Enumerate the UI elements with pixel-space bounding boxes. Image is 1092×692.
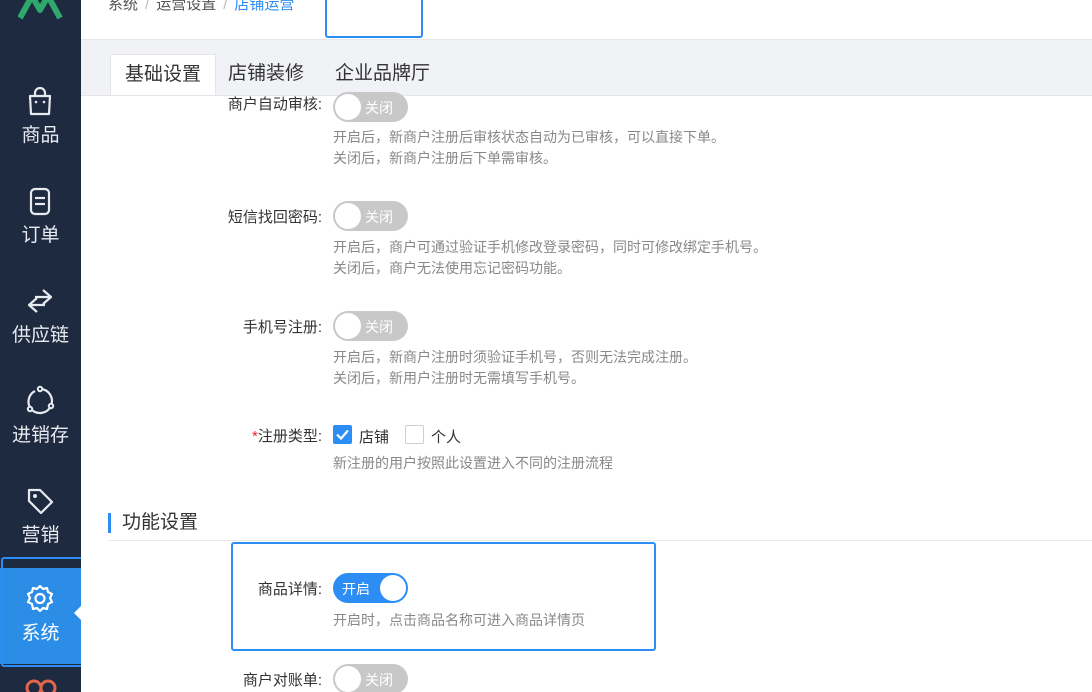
section-title-function-settings: 功能设置 <box>108 513 198 533</box>
tabs-bar: 基础设置 店铺装修 企业品牌厅 <box>81 40 1092 95</box>
auto-audit-label: 商户自动审核: <box>227 96 322 113</box>
merchant-statement-switch[interactable]: 关闭 <box>333 664 408 692</box>
sidebar-item-label: 商品 <box>21 125 60 146</box>
breadcrumb-current: 店铺运营 <box>234 0 295 13</box>
tag-icon <box>27 488 54 515</box>
switch-knob <box>335 94 361 120</box>
checkmark-icon <box>336 429 349 441</box>
sms-recover-switch[interactable]: 关闭 <box>333 201 408 231</box>
sidebar-item-supply-chain[interactable]: 供应链 <box>0 270 81 366</box>
phone-register-desc-off: 关闭后，新用户注册时无需填写手机号。 <box>333 370 585 386</box>
register-type-desc: 新注册的用户按照此设置进入不同的注册流程 <box>333 455 613 471</box>
switch-state-text: 关闭 <box>365 100 393 116</box>
sidebar-item-inventory[interactable]: 进销存 <box>0 370 81 466</box>
switch-state-text: 关闭 <box>365 319 393 335</box>
switch-state-text: 关闭 <box>365 209 393 225</box>
section-divider <box>108 540 1092 541</box>
auto-audit-desc-on: 开启后，新商户注册后审核状态自动为已审核，可以直接下单。 <box>333 129 725 145</box>
auto-audit-desc-off: 关闭后，新商户注册后下单需审核。 <box>333 150 557 166</box>
sms-recover-label: 短信找回密码: <box>227 209 322 226</box>
auto-audit-switch[interactable]: 关闭 <box>333 92 408 122</box>
register-type-store-checkbox[interactable] <box>333 425 352 444</box>
register-type-personal-label[interactable]: 个人 <box>431 426 461 447</box>
register-type-store-label[interactable]: 店铺 <box>359 426 389 447</box>
sms-recover-desc-on: 开启后，商户可通过验证手机修改登录密码，同时可修改绑定手机号。 <box>333 239 767 255</box>
phone-register-desc-on: 开启后，新商户注册时须验证手机号，否则无法完成注册。 <box>333 349 697 365</box>
breadcrumb-separator: / <box>223 0 228 13</box>
sidebar-item-goods[interactable]: 商品 <box>0 70 81 166</box>
merchant-statement-label: 商户对账单: <box>242 672 322 689</box>
sidebar-item-marketing[interactable]: 营销 <box>0 470 81 566</box>
switch-knob <box>335 313 361 339</box>
register-type-label: *注册类型: <box>251 428 322 445</box>
sidebar-item-orders[interactable]: 订单 <box>0 170 81 266</box>
highlight-box-breadcrumb <box>325 0 423 38</box>
shopping-bag-icon <box>28 86 52 116</box>
sidebar-item-label: 供应链 <box>11 325 69 346</box>
more-icon <box>25 679 57 692</box>
highlight-box-product-detail <box>231 542 656 651</box>
switch-state-text: 关闭 <box>365 672 393 688</box>
exchange-arrows-icon <box>27 289 53 313</box>
breadcrumb: 系统 / 运营设置 / 店铺运营 <box>81 0 1092 40</box>
switch-knob <box>335 203 361 229</box>
switch-knob <box>335 666 361 692</box>
breadcrumb-item-system[interactable]: 系统 <box>108 0 138 13</box>
logo-icon <box>18 0 63 20</box>
sidebar-item-label: 订单 <box>21 225 60 246</box>
inventory-icon <box>26 385 55 415</box>
phone-register-label: 手机号注册: <box>242 319 322 336</box>
order-icon <box>29 187 51 216</box>
tab-store-decoration[interactable]: 店铺装修 <box>228 54 304 95</box>
tab-brand-hall[interactable]: 企业品牌厅 <box>335 54 430 95</box>
register-type-personal-checkbox[interactable] <box>405 425 424 444</box>
tab-basic-settings[interactable]: 基础设置 <box>110 54 217 95</box>
phone-register-switch[interactable]: 关闭 <box>333 311 408 341</box>
sidebar-item-label: 进销存 <box>11 425 69 446</box>
breadcrumb-item-operations[interactable]: 运营设置 <box>156 0 216 13</box>
sms-recover-desc-off: 关闭后，商户无法使用忘记密码功能。 <box>333 260 571 276</box>
settings-panel: 商户自动审核: 关闭 开启后，新商户注册后审核状态自动为已审核，可以直接下单。 … <box>81 92 1092 692</box>
sidebar-item-label: 营销 <box>21 525 60 546</box>
breadcrumb-separator: / <box>145 0 150 13</box>
